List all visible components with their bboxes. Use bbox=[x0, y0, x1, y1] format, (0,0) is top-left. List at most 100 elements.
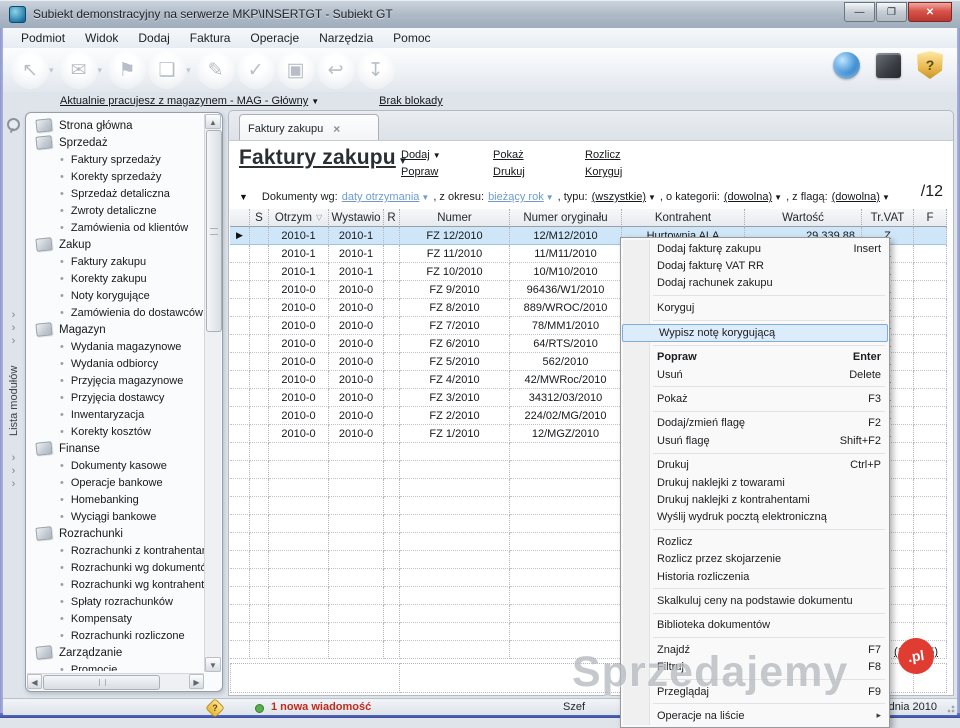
context-menu-item-pokaz[interactable]: PokażF3 bbox=[621, 390, 889, 407]
context-menu-item-filtruj[interactable]: FiltrujF8 bbox=[621, 658, 889, 675]
filter-wszystkie[interactable]: (wszystkie) bbox=[592, 191, 646, 203]
column-header-numer[interactable]: Numer bbox=[400, 209, 510, 227]
vertical-scroll-thumb[interactable] bbox=[206, 130, 222, 332]
lock-status-link[interactable]: Brak blokady bbox=[379, 95, 443, 107]
column-header-wartosc[interactable]: Wartość bbox=[745, 209, 862, 227]
maximize-button[interactable]: ❐ bbox=[876, 2, 907, 22]
context-menu-item-dodaj-zmien-flage[interactable]: Dodaj/zmień flagęF2 bbox=[621, 415, 889, 432]
flag-button[interactable]: ⚑ bbox=[108, 51, 146, 89]
column-header-r[interactable]: R bbox=[384, 209, 400, 227]
horizontal-scroll-thumb[interactable] bbox=[43, 675, 160, 690]
sidebar-item-wyciagi-bankowe[interactable]: •Wyciągi bankowe bbox=[26, 508, 204, 525]
sidebar-item-sprzedaz-detaliczna[interactable]: •Sprzedaż detaliczna bbox=[26, 185, 204, 202]
sidebar-section-sprzedaz[interactable]: Sprzedaż bbox=[26, 134, 204, 151]
sidebar-section-zakup[interactable]: Zakup bbox=[26, 236, 204, 253]
page-title[interactable]: Faktury zakupu▼ bbox=[239, 146, 408, 170]
context-menu-item-rozlicz-przez-skojarzenie[interactable]: Rozlicz przez skojarzenie bbox=[621, 550, 889, 567]
scroll-right-icon[interactable]: ▶ bbox=[189, 674, 204, 689]
context-menu-item-dodaj-fakture-vat-rr[interactable]: Dodaj fakturę VAT RR bbox=[621, 257, 889, 274]
send-button[interactable]: ✉ bbox=[60, 51, 98, 89]
sidebar-horizontal-scrollbar[interactable]: ◀ ▶ bbox=[27, 673, 204, 690]
sidebar-item-rozrachunki-rozliczone[interactable]: •Rozrachunki rozliczone bbox=[26, 627, 204, 644]
context-menu-item-usun[interactable]: UsuńDelete bbox=[621, 366, 889, 383]
action-pokaz[interactable]: Pokaż bbox=[493, 147, 553, 164]
sidebar-item-operacje-bankowe[interactable]: •Operacje bankowe bbox=[26, 474, 204, 491]
sidebar-item-zwroty-detaliczne[interactable]: •Zwroty detaliczne bbox=[26, 202, 204, 219]
action-koryguj[interactable]: Koryguj bbox=[585, 164, 645, 181]
context-menu-item-drukuj[interactable]: DrukujCtrl+P bbox=[621, 457, 889, 474]
action-rozlicz[interactable]: Rozlicz bbox=[585, 147, 645, 164]
sidebar-item-promocje[interactable]: •Promocje bbox=[26, 661, 204, 671]
tab-close-icon[interactable]: × bbox=[333, 122, 340, 136]
context-menu-item-popraw[interactable]: PoprawEnter bbox=[621, 349, 889, 366]
column-header-f[interactable]: F bbox=[914, 209, 947, 227]
sidebar-item-dokumenty-kasowe[interactable]: •Dokumenty kasowe bbox=[26, 457, 204, 474]
menu-faktura[interactable]: Faktura bbox=[180, 29, 241, 47]
export-button[interactable]: ↧ bbox=[357, 51, 395, 89]
context-menu-item-przegladaj[interactable]: PrzeglądajF9 bbox=[621, 683, 889, 700]
collapsed-modules-bottom[interactable]: ››› bbox=[3, 452, 24, 491]
sidebar-item-faktury-zakupu[interactable]: •Faktury zakupu bbox=[26, 253, 204, 270]
context-menu-item-usun-flage[interactable]: Usuń flagęShift+F2 bbox=[621, 432, 889, 449]
sidebar-item-wydania-magazynowe[interactable]: •Wydania magazynowe bbox=[26, 338, 204, 355]
sidebar-item-inwentaryzacja[interactable]: •Inwentaryzacja bbox=[26, 406, 204, 423]
sidebar-item-zamowienia-od-klientow[interactable]: •Zamówienia od klientów bbox=[26, 219, 204, 236]
menu-narzedzia[interactable]: Narzędzia bbox=[309, 29, 383, 47]
chevron-down-icon[interactable]: ▾ bbox=[98, 65, 103, 76]
sidebar-section-finanse[interactable]: Finanse bbox=[26, 440, 204, 457]
sidebar-item-zamowienia-do-dostawcow[interactable]: •Zamówienia do dostawców bbox=[26, 304, 204, 321]
sidebar-item-homebanking[interactable]: •Homebanking bbox=[26, 491, 204, 508]
menu-podmiot[interactable]: Podmiot bbox=[11, 29, 75, 47]
edit-button[interactable]: ✎ bbox=[197, 51, 235, 89]
column-header-numer-oryginalu[interactable]: Numer oryginału bbox=[510, 209, 622, 227]
filter-biezacy-rok[interactable]: bieżący rok bbox=[488, 191, 544, 203]
resize-grip[interactable] bbox=[945, 703, 955, 713]
scroll-left-icon[interactable]: ◀ bbox=[27, 674, 42, 689]
action-drukuj[interactable]: Drukuj bbox=[493, 164, 553, 181]
minimize-button[interactable]: — bbox=[844, 2, 875, 22]
scroll-up-icon[interactable]: ▲ bbox=[205, 114, 221, 129]
sidebar-item-korekty-kosztow[interactable]: •Korekty kosztów bbox=[26, 423, 204, 440]
context-menu-item-wypisz-note-korygujaca[interactable]: Wypisz notę korygującą bbox=[622, 324, 888, 342]
close-button[interactable]: ✕ bbox=[908, 2, 952, 22]
tab-faktury-zakupu[interactable]: Faktury zakupu × bbox=[239, 114, 379, 142]
collapsed-modules-top[interactable]: ››› bbox=[3, 309, 24, 348]
sidebar-section-magazyn[interactable]: Magazyn bbox=[26, 321, 204, 338]
context-menu-item-znajdz[interactable]: ZnajdźF7 bbox=[621, 641, 889, 658]
sidebar-vertical-scrollbar[interactable]: ▲ ▼ bbox=[204, 114, 221, 672]
context-menu-item-historia-rozliczenia[interactable]: Historia rozliczenia bbox=[621, 568, 889, 585]
filter-dowolna[interactable]: (dowolna) bbox=[724, 191, 772, 203]
sidebar-item-kompensaty[interactable]: •Kompensaty bbox=[26, 610, 204, 627]
pin-icon[interactable] bbox=[7, 118, 20, 131]
context-menu-item-drukuj-naklejki-z-towarami[interactable]: Drukuj naklejki z towarami bbox=[621, 474, 889, 491]
shield-help-icon[interactable]: ? bbox=[917, 51, 943, 79]
column-header-otrzym[interactable]: Otrzym▽ bbox=[269, 209, 329, 227]
sidebar-item-noty-korygujace[interactable]: •Noty korygujące bbox=[26, 287, 204, 304]
print-button[interactable]: ▣ bbox=[277, 51, 315, 89]
chevron-down-icon[interactable]: ▾ bbox=[49, 65, 54, 76]
warehouse-link[interactable]: Aktualnie pracujesz z magazynem - MAG - … bbox=[60, 95, 319, 107]
approve-button[interactable]: ✓ bbox=[237, 51, 275, 89]
sidebar-item-faktury-sprzedazy[interactable]: •Faktury sprzedaży bbox=[26, 151, 204, 168]
column-header-kontrahent[interactable]: Kontrahent bbox=[622, 209, 745, 227]
sidebar-item-korekty-sprzedazy[interactable]: •Korekty sprzedaży bbox=[26, 168, 204, 185]
sidebar-section-strona-glowna[interactable]: Strona główna bbox=[26, 117, 204, 134]
context-menu-item-drukuj-naklejki-z-kontrahentami[interactable]: Drukuj naklejki z kontrahentami bbox=[621, 491, 889, 508]
sidebar-section-zarzadzanie[interactable]: Zarządzanie bbox=[26, 644, 204, 661]
globe-icon[interactable] bbox=[833, 52, 860, 79]
context-menu-item-rozlicz[interactable]: Rozlicz bbox=[621, 533, 889, 550]
sidebar-item-rozrachunki-wg-kontrahentow[interactable]: •Rozrachunki wg kontrahentów bbox=[26, 576, 204, 593]
menu-widok[interactable]: Widok bbox=[75, 29, 128, 47]
sidebar-item-splaty-rozrachunkow[interactable]: •Spłaty rozrachunków bbox=[26, 593, 204, 610]
help-icon[interactable]: ? bbox=[205, 698, 225, 718]
chevron-down-icon[interactable]: ▾ bbox=[186, 65, 191, 76]
sidebar-item-korekty-zakupu[interactable]: •Korekty zakupu bbox=[26, 270, 204, 287]
column-header-tr-vat[interactable]: Tr.VAT bbox=[862, 209, 914, 227]
context-menu-item-wyslij-wydruk-poczta-elektroniczna[interactable]: Wyślij wydruk pocztą elektroniczną bbox=[621, 509, 889, 526]
menu-dodaj[interactable]: Dodaj bbox=[128, 29, 179, 47]
sidebar-item-przyjecia-dostawcy[interactable]: •Przyjęcia dostawcy bbox=[26, 389, 204, 406]
select-tool-button[interactable]: ↖ bbox=[11, 51, 49, 89]
column-header-s[interactable]: S bbox=[250, 209, 269, 227]
scroll-down-icon[interactable]: ▼ bbox=[205, 657, 221, 672]
column-header-wystawio[interactable]: Wystawio bbox=[329, 209, 384, 227]
